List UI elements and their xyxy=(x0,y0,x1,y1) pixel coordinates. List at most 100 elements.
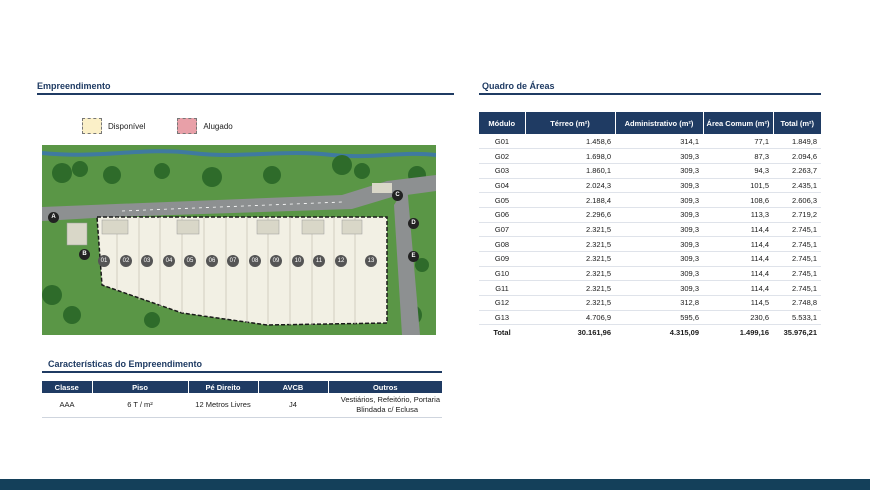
marker-a: A xyxy=(48,212,59,223)
table-row: G09 2.321,5 309,3 114,4 2.745,1 xyxy=(479,251,821,267)
site-plan-drawing xyxy=(42,145,436,335)
table-cell: 2.745,1 xyxy=(773,280,821,297)
chars-header-row: Classe Piso Pé Direito AVCB Outros xyxy=(42,381,442,393)
table-cell: 312,8 xyxy=(615,295,703,311)
areas-header-row: Módulo Térreo (m²) Administrativo (m²) Á… xyxy=(479,112,821,134)
table-cell: 2.296,6 xyxy=(525,207,615,223)
legend-swatch-alugado xyxy=(177,118,198,134)
section-title-quadro: Quadro de Áreas xyxy=(482,81,555,91)
table-row: G02 1.698,0 309,3 87,3 2.094,6 xyxy=(479,148,821,164)
table-cell: 114,4 xyxy=(703,266,773,282)
table-cell: 2.321,5 xyxy=(525,222,615,238)
table-cell: G06 xyxy=(479,207,525,223)
cell-piso: 6 T / m² xyxy=(92,393,188,418)
table-cell: 309,3 xyxy=(615,251,703,267)
footer-bar xyxy=(0,479,870,490)
header-administrativo: Administrativo (m²) xyxy=(615,112,704,134)
table-cell: 2.321,5 xyxy=(525,280,615,297)
table-row: G05 2.188,4 309,3 108,6 2.606,3 xyxy=(479,192,821,208)
table-cell: 108,6 xyxy=(703,192,773,208)
table-cell: 230,6 xyxy=(703,310,773,326)
table-cell: 309,3 xyxy=(615,163,703,179)
table-cell: 1.698,0 xyxy=(525,148,615,164)
gatehouse-c xyxy=(372,183,392,193)
table-cell: G04 xyxy=(479,178,525,194)
table-cell: 2.745,1 xyxy=(773,251,821,267)
legend-swatch-disponivel xyxy=(82,118,102,134)
marker-b: B xyxy=(79,249,90,260)
table-cell: G12 xyxy=(479,295,525,311)
section-rule xyxy=(42,371,442,373)
module-label: 03 xyxy=(141,255,153,267)
outros-line-2: Blindada c/ Eclusa xyxy=(356,404,418,414)
table-cell: 1.849,8 xyxy=(773,134,821,150)
module-label: 06 xyxy=(206,255,218,267)
table-row: G11 2.321,5 309,3 114,4 2.745,1 xyxy=(479,280,821,297)
table-cell: 309,3 xyxy=(615,178,703,194)
total-row: Total 30.161,96 4.315,09 1.499,16 35.976,21 xyxy=(479,325,821,340)
table-cell: 309,3 xyxy=(615,280,703,297)
table-cell: 309,3 xyxy=(615,266,703,282)
table-row: G10 2.321,5 309,3 114,4 2.745,1 xyxy=(479,266,821,282)
table-cell: 2.606,3 xyxy=(773,192,821,208)
table-cell: 2.745,1 xyxy=(773,222,821,238)
table-cell: 2.321,5 xyxy=(525,251,615,267)
cell-classe: AAA xyxy=(42,393,92,418)
table-cell: 309,3 xyxy=(615,236,703,252)
header-modulo: Módulo xyxy=(479,112,526,134)
table-cell: G10 xyxy=(479,266,525,282)
legend-label: Disponível xyxy=(108,121,146,131)
gatehouse xyxy=(66,222,88,246)
table-row: G07 2.321,5 309,3 114,4 2.745,1 xyxy=(479,222,821,238)
table-cell: 2.263,7 xyxy=(773,163,821,179)
marker-c: C xyxy=(392,190,403,201)
table-cell: 114,4 xyxy=(703,236,773,252)
table-cell: 1.458,6 xyxy=(525,134,615,150)
table-cell: 309,3 xyxy=(615,148,703,164)
table-cell: 2.094,6 xyxy=(773,148,821,164)
section-rule xyxy=(37,93,454,95)
header-total: Total (m²) xyxy=(773,112,821,134)
header-outros: Outros xyxy=(328,381,442,393)
table-cell: G01 xyxy=(479,134,525,150)
module-label: 07 xyxy=(227,255,239,267)
cell-outros: Vestiários, Refeitório, Portaria Blindad… xyxy=(328,393,442,418)
map-legend: Disponível Alugado xyxy=(82,118,257,134)
table-cell: 114,4 xyxy=(703,280,773,297)
marker-d: D xyxy=(408,218,419,229)
table-cell: 2.719,2 xyxy=(773,207,821,223)
table-cell: 309,3 xyxy=(615,207,703,223)
total-cell: Total xyxy=(493,328,511,338)
module-label: 10 xyxy=(292,255,304,267)
module-label: 13 xyxy=(365,255,377,267)
table-cell: G09 xyxy=(479,251,525,267)
header-terreo: Térreo (m²) xyxy=(525,112,616,134)
table-cell: 5.533,1 xyxy=(773,310,821,326)
header-pe-direito: Pé Direito xyxy=(188,381,259,393)
legend-label: Alugado xyxy=(203,121,233,131)
table-cell: 2.321,5 xyxy=(525,266,615,282)
header-piso: Piso xyxy=(92,381,189,393)
table-cell: 595,6 xyxy=(615,310,703,326)
cell-avcb: J4 xyxy=(258,393,328,418)
cell-pe-direito: 12 Metros Livres xyxy=(188,393,258,418)
table-cell: 314,1 xyxy=(615,134,703,150)
areas-body: G01 1.458,6 314,1 77,1 1.849,8 G02 1.698,0 309,… xyxy=(479,134,821,340)
module-label: 09 xyxy=(270,255,282,267)
table-cell: 114,4 xyxy=(703,222,773,238)
table-cell: 2.188,4 xyxy=(525,192,615,208)
module-label: 11 xyxy=(313,255,325,267)
table-cell: G07 xyxy=(479,222,525,238)
header-classe: Classe xyxy=(42,381,93,393)
table-cell: 101,5 xyxy=(703,178,773,194)
table-cell: 1.860,1 xyxy=(525,163,615,179)
table-row: G13 4.706,9 595,6 230,6 5.533,1 xyxy=(479,310,821,326)
table-row: G12 2.321,5 312,8 114,5 2.748,8 xyxy=(479,295,821,311)
table-row: G06 2.296,6 309,3 113,3 2.719,2 xyxy=(479,207,821,223)
table-cell: 114,5 xyxy=(703,295,773,311)
header-avcb: AVCB xyxy=(258,381,329,393)
table-cell: G02 xyxy=(479,148,525,164)
module-label: 01 xyxy=(98,255,110,267)
table-cell: G08 xyxy=(479,236,525,252)
marker-e: E xyxy=(408,251,419,262)
